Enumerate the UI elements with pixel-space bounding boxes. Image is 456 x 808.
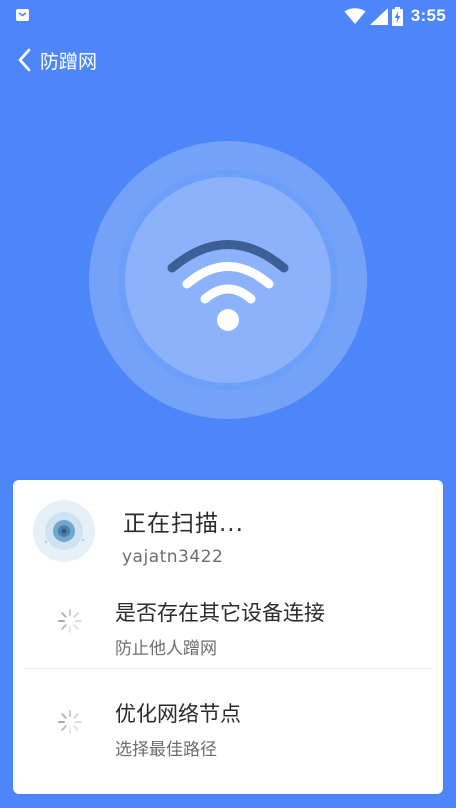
page-title: 防蹭网	[40, 50, 98, 73]
task-title: 是否存在其它设备连接	[115, 601, 325, 625]
scan-card: 正在扫描... yajatn3422 是否存在其它设备连接 防止他人蹭网 优化网…	[13, 480, 443, 794]
list-item: 是否存在其它设备连接 防止他人蹭网	[13, 593, 443, 663]
loading-spinner-icon	[58, 710, 82, 734]
network-name: yajatn3422	[122, 547, 224, 567]
battery-charging-icon	[391, 6, 403, 26]
status-icons: 3:55	[340, 5, 446, 27]
back-button[interactable]: 防蹭网	[16, 44, 106, 76]
task-description: 选择最佳路径	[115, 740, 217, 760]
cell-signal-icon	[369, 7, 388, 25]
chevron-left-icon	[18, 48, 31, 72]
loading-spinner-icon	[58, 609, 82, 633]
app-header: 防蹭网	[0, 38, 456, 82]
radar-scan-icon	[33, 500, 95, 562]
wifi-icon	[344, 7, 366, 24]
status-bar: 3:55	[0, 0, 456, 32]
task-description: 防止他人蹭网	[115, 639, 217, 659]
list-item: 优化网络节点 选择最佳路径	[13, 694, 443, 764]
status-time: 3:55	[410, 6, 446, 25]
task-title: 优化网络节点	[115, 702, 241, 726]
divider	[25, 668, 431, 669]
wifi-hero-icon	[89, 141, 367, 419]
scan-status-title: 正在扫描...	[123, 511, 244, 537]
notification-icon	[16, 9, 29, 21]
